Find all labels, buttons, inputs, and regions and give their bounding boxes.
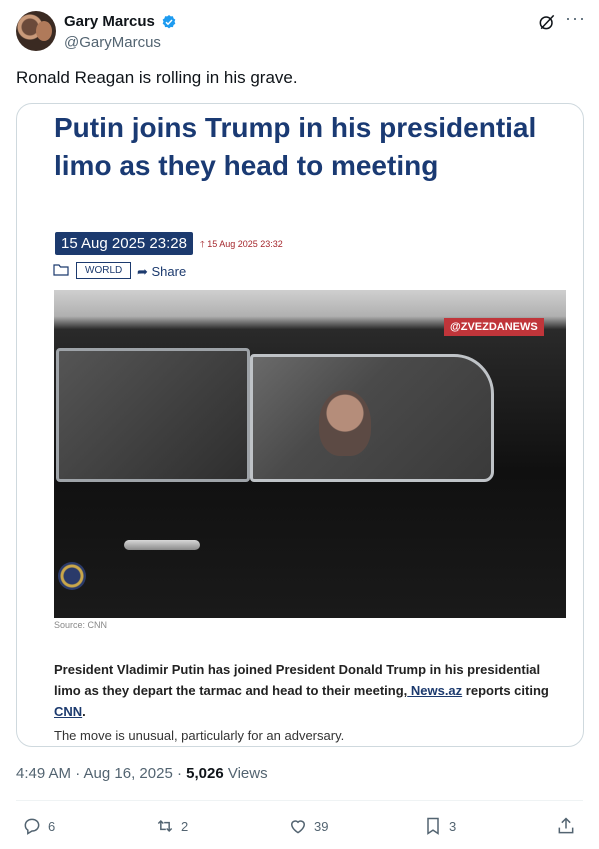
repost-icon xyxy=(157,819,173,833)
author-name[interactable]: Gary Marcus xyxy=(64,13,155,30)
article-body: President Vladimir Putin has joined Pres… xyxy=(54,659,554,722)
article-date: 15 Aug 2025 23:28 xyxy=(55,232,193,255)
body-end: . xyxy=(82,704,86,719)
share-icon xyxy=(558,817,574,834)
tweet-timestamp[interactable]: 4:49 AM · Aug 16, 2025 · xyxy=(16,765,186,782)
rear-window xyxy=(56,348,250,482)
photo-source: Source: CNN xyxy=(54,620,108,630)
body-mid: reports citing xyxy=(462,683,549,698)
like-button[interactable]: 39 xyxy=(288,816,328,836)
share-arrow-icon: ➦ xyxy=(137,264,152,279)
share-button[interactable] xyxy=(556,816,576,836)
category-tag: WORLD xyxy=(76,262,132,279)
article-headline: Putin joins Trump in his presidential li… xyxy=(54,112,537,181)
bookmark-icon xyxy=(427,817,439,835)
reply-count: 6 xyxy=(48,818,56,834)
media-card[interactable]: Putin joins Trump in his presidential li… xyxy=(16,103,584,747)
tweet-meta: 4:49 AM · Aug 16, 2025 · 5,026 Views xyxy=(16,765,268,782)
article-updated: 🡑 15 Aug 2025 23:32 xyxy=(200,237,283,253)
like-count: 39 xyxy=(314,818,329,834)
tweet-text: Ronald Reagan is rolling in his grave. xyxy=(16,68,298,87)
door-handle xyxy=(124,540,200,550)
share-link: ➦ Share xyxy=(137,264,186,280)
updated-time: 15 Aug 2025 23:32 xyxy=(207,239,283,249)
author-handle[interactable]: @GaryMarcus xyxy=(64,34,161,51)
repost-count: 2 xyxy=(181,818,189,834)
grok-icon[interactable] xyxy=(537,12,557,32)
cnn-link: CNN xyxy=(54,704,83,719)
views-label: Views xyxy=(223,765,268,782)
repost-button[interactable]: 2 xyxy=(155,816,188,836)
side-window xyxy=(250,354,494,482)
reply-icon xyxy=(24,818,40,835)
bookmark-button[interactable]: 3 xyxy=(423,816,456,836)
presidential-seal-icon xyxy=(58,562,86,590)
share-label: Share xyxy=(151,264,187,279)
verified-badge-icon xyxy=(162,15,176,29)
folder-icon xyxy=(53,264,69,276)
article-body-2: The move is unusual, particularly for an… xyxy=(54,728,345,743)
article-photo: @ZVEZDANEWS xyxy=(54,290,566,618)
passenger xyxy=(319,390,371,456)
more-options-icon[interactable]: ··· xyxy=(565,8,586,29)
avatar[interactable] xyxy=(16,11,56,51)
heart-icon xyxy=(290,820,306,834)
newsaz-link: News.az xyxy=(407,683,463,698)
watermark: @ZVEZDANEWS xyxy=(444,318,544,336)
reply-button[interactable]: 6 xyxy=(22,816,55,836)
divider xyxy=(16,800,583,801)
views-count: 5,026 xyxy=(186,765,224,782)
bookmark-count: 3 xyxy=(449,818,457,834)
